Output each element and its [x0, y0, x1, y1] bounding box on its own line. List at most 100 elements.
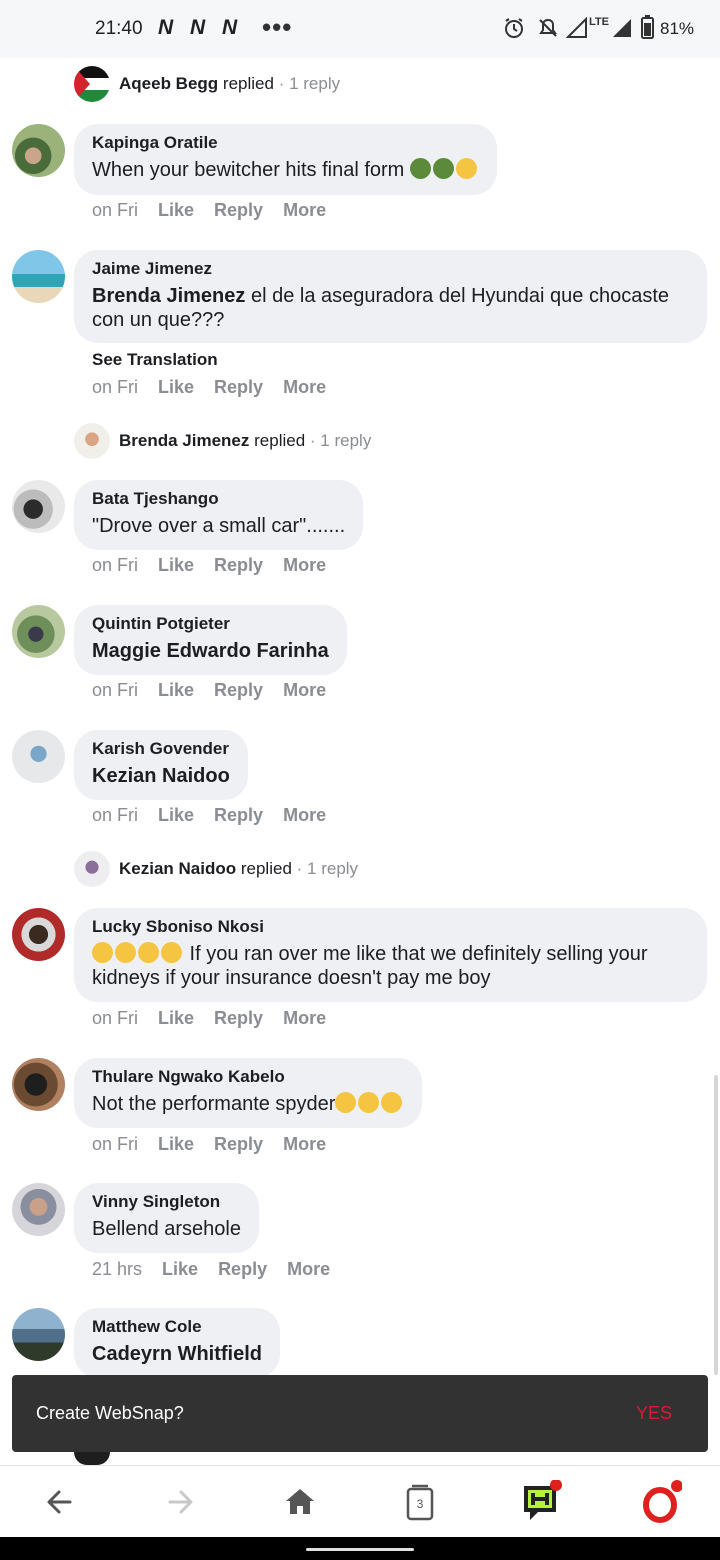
downcast-sweat-emoji-icon: [381, 1092, 403, 1113]
reply-summary[interactable]: Brenda Jimenez replied · 1 reply: [119, 431, 371, 451]
reply-count[interactable]: · 1 reply: [310, 431, 371, 450]
reply-summary[interactable]: Aqeeb Begg replied · 1 reply: [119, 74, 340, 94]
flag-icon: [74, 66, 90, 102]
reply-count[interactable]: · 1 reply: [297, 859, 358, 878]
comment-actions: on Fri Like Reply More: [92, 680, 346, 701]
avatar[interactable]: [12, 480, 65, 533]
gesture-handle[interactable]: [306, 1548, 414, 1551]
comment-author[interactable]: Vinny Singleton: [92, 1191, 241, 1213]
avatar[interactable]: [74, 851, 110, 887]
back-button[interactable]: [38, 1480, 82, 1524]
more-button[interactable]: More: [283, 377, 326, 397]
reply-verb: replied: [240, 859, 292, 878]
comment-time[interactable]: on Fri: [92, 1134, 138, 1154]
reply-count[interactable]: · 1 reply: [279, 74, 340, 93]
reply-button[interactable]: Reply: [214, 555, 263, 575]
like-button[interactable]: Like: [158, 1134, 194, 1154]
home-button[interactable]: [278, 1480, 322, 1524]
like-button[interactable]: Like: [158, 377, 194, 397]
comment-author[interactable]: Matthew Cole: [92, 1316, 262, 1338]
rolling-laughing-emoji-icon: [161, 942, 182, 963]
more-button[interactable]: More: [283, 200, 326, 220]
signal-icon: [566, 17, 587, 38]
comment-time[interactable]: on Fri: [92, 377, 138, 397]
more-button[interactable]: More: [283, 805, 326, 825]
reply-button[interactable]: Reply: [218, 1259, 267, 1279]
scrollbar[interactable]: [714, 1075, 718, 1375]
avatar[interactable]: [74, 66, 110, 102]
snackbar-yes-button[interactable]: YES: [636, 1403, 672, 1424]
reply-summary[interactable]: Kezian Naidoo replied · 1 reply: [119, 859, 358, 879]
comment-bubble: Karish Govender Kezian Naidoo: [74, 730, 248, 800]
comment-author[interactable]: Karish Govender: [92, 738, 230, 760]
avatar[interactable]: [12, 605, 65, 658]
like-button[interactable]: Like: [162, 1259, 198, 1279]
comment-author[interactable]: Lucky Sboniso Nkosi: [92, 916, 689, 938]
reply-button[interactable]: Reply: [214, 1134, 263, 1154]
reply-author[interactable]: Kezian Naidoo: [119, 859, 236, 878]
snackbar-message: Create WebSnap?: [36, 1403, 184, 1423]
comment-time[interactable]: on Fri: [92, 555, 138, 575]
reply-button[interactable]: Reply: [214, 805, 263, 825]
reply-button[interactable]: Reply: [214, 200, 263, 220]
comment-author[interactable]: Bata Tjeshango: [92, 488, 345, 510]
avatar[interactable]: [12, 730, 65, 783]
reply-author[interactable]: Aqeeb Begg: [119, 74, 218, 93]
comment-bubble: Thulare Ngwako Kabelo Not the performant…: [74, 1058, 423, 1128]
like-button[interactable]: Like: [158, 680, 194, 700]
comment-author[interactable]: Kapinga Oratile: [92, 132, 479, 154]
avatar[interactable]: [12, 908, 65, 961]
comment-author[interactable]: Jaime Jimenez: [92, 258, 689, 280]
avatar[interactable]: [12, 1183, 65, 1236]
mention-link[interactable]: Kezian Naidoo: [92, 765, 230, 787]
more-button[interactable]: More: [283, 1134, 326, 1154]
comment-author[interactable]: Quintin Potgieter: [92, 613, 329, 635]
like-button[interactable]: Like: [158, 555, 194, 575]
more-button[interactable]: More: [283, 1008, 326, 1028]
reply-button[interactable]: Reply: [214, 680, 263, 700]
mention-link[interactable]: Cadeyrn Whitfield: [92, 1343, 262, 1365]
avatar[interactable]: [12, 1058, 65, 1111]
like-button[interactable]: Like: [158, 1008, 194, 1028]
avatar[interactable]: [12, 124, 65, 177]
signal-icon-2: [613, 19, 631, 37]
comment-time[interactable]: 21 hrs: [92, 1259, 142, 1279]
comment-bubble: Vinny Singleton Bellend arsehole: [74, 1183, 259, 1253]
like-button[interactable]: Like: [158, 200, 194, 220]
comment-bubble: Bata Tjeshango "Drove over a small car".…: [74, 480, 364, 550]
opera-menu-button[interactable]: [638, 1480, 683, 1524]
opera-icon: [643, 1480, 683, 1523]
more-button[interactable]: More: [287, 1259, 330, 1279]
comment-text: "Drove over a small car".......: [92, 515, 346, 537]
mention-link[interactable]: Maggie Edwardo Farinha: [92, 640, 329, 662]
avatar[interactable]: [12, 250, 65, 303]
more-button[interactable]: More: [283, 555, 326, 575]
woman-zombie-emoji-icon: [432, 158, 454, 179]
tabs-button[interactable]: 3: [398, 1480, 442, 1524]
status-bar: 21:40 N N N ••• LTE 81%: [0, 0, 720, 58]
mention-link[interactable]: Brenda Jimenez: [92, 285, 245, 307]
comment-time[interactable]: on Fri: [92, 1008, 138, 1028]
alarm-icon: [505, 18, 523, 38]
battery-icon: [641, 15, 654, 39]
avatar[interactable]: [74, 1452, 110, 1465]
more-button[interactable]: More: [283, 680, 326, 700]
comment-time[interactable]: on Fri: [92, 680, 138, 700]
like-button[interactable]: Like: [158, 805, 194, 825]
comment-author[interactable]: Thulare Ngwako Kabelo: [92, 1066, 404, 1088]
comment-time[interactable]: on Fri: [92, 805, 138, 825]
websnap-snackbar: Create WebSnap? YES: [12, 1375, 708, 1452]
reply-author[interactable]: Brenda Jimenez: [119, 431, 249, 450]
avatar[interactable]: [74, 423, 110, 459]
forward-button[interactable]: [158, 1480, 202, 1524]
comment-text: Brenda Jimenez el de la aseguradora del …: [92, 284, 689, 332]
crying-face-emoji-icon: [455, 158, 477, 179]
reply-button[interactable]: Reply: [214, 1008, 263, 1028]
see-translation-link[interactable]: See Translation: [92, 350, 218, 370]
clock: 21:40: [95, 18, 143, 39]
comment-time[interactable]: on Fri: [92, 200, 138, 220]
avatar[interactable]: [12, 1308, 65, 1361]
reply-button[interactable]: Reply: [214, 377, 263, 397]
hype-button[interactable]: [518, 1479, 562, 1524]
comment-text: Kezian Naidoo: [92, 764, 230, 788]
